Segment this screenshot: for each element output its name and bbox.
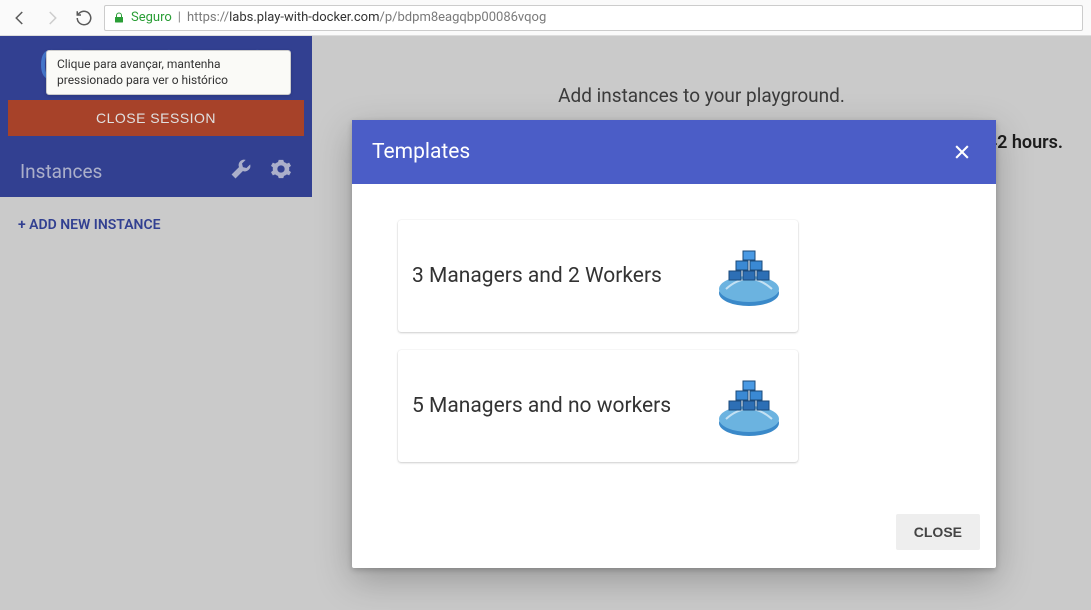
templates-dialog: Templates 3 Managers and 2 Workers	[352, 120, 996, 568]
browser-toolbar: Seguro | https://labs.play-with-docker.c…	[0, 0, 1091, 36]
back-button-tooltip: Clique para avançar, mantenha pressionad…	[46, 50, 291, 95]
playground-empty-message: Add instances to your playground.	[352, 84, 1051, 107]
lock-icon	[113, 12, 125, 24]
url-separator: |	[178, 10, 181, 25]
sidebar: 03:59:42 CLOSE SESSION Instances + ADD N…	[0, 36, 312, 610]
docker-swarm-icon	[714, 371, 784, 441]
wrench-icon[interactable]	[230, 158, 252, 185]
close-session-button[interactable]: CLOSE SESSION	[8, 100, 304, 136]
template-card-5m0w[interactable]: 5 Managers and no workers	[398, 350, 798, 462]
dialog-close-icon[interactable]	[950, 140, 974, 164]
add-new-instance-button[interactable]: + ADD NEW INSTANCE	[0, 197, 312, 253]
instances-header: Instances	[0, 146, 312, 197]
back-button[interactable]	[8, 6, 32, 30]
url-text: https://labs.play-with-docker.com/p/bdpm…	[187, 10, 546, 25]
forward-button[interactable]	[40, 6, 64, 30]
dialog-footer: CLOSE	[352, 492, 996, 568]
template-card-label: 5 Managers and no workers	[412, 394, 704, 418]
instances-label: Instances	[20, 160, 102, 183]
dialog-title: Templates	[372, 140, 470, 164]
template-card-label: 3 Managers and 2 Workers	[412, 264, 704, 288]
reload-button[interactable]	[72, 6, 96, 30]
gear-icon[interactable]	[270, 158, 292, 185]
instances-list: + ADD NEW INSTANCE	[0, 197, 312, 610]
dialog-body: 3 Managers and 2 Workers	[352, 184, 996, 492]
hours-fragment: 42 hours.	[987, 132, 1063, 153]
dialog-header: Templates	[352, 120, 996, 184]
docker-swarm-icon	[714, 241, 784, 311]
template-card-3m2w[interactable]: 3 Managers and 2 Workers	[398, 220, 798, 332]
dialog-close-button[interactable]: CLOSE	[896, 514, 980, 550]
secure-label: Seguro	[131, 10, 172, 25]
address-bar[interactable]: Seguro | https://labs.play-with-docker.c…	[104, 5, 1083, 31]
